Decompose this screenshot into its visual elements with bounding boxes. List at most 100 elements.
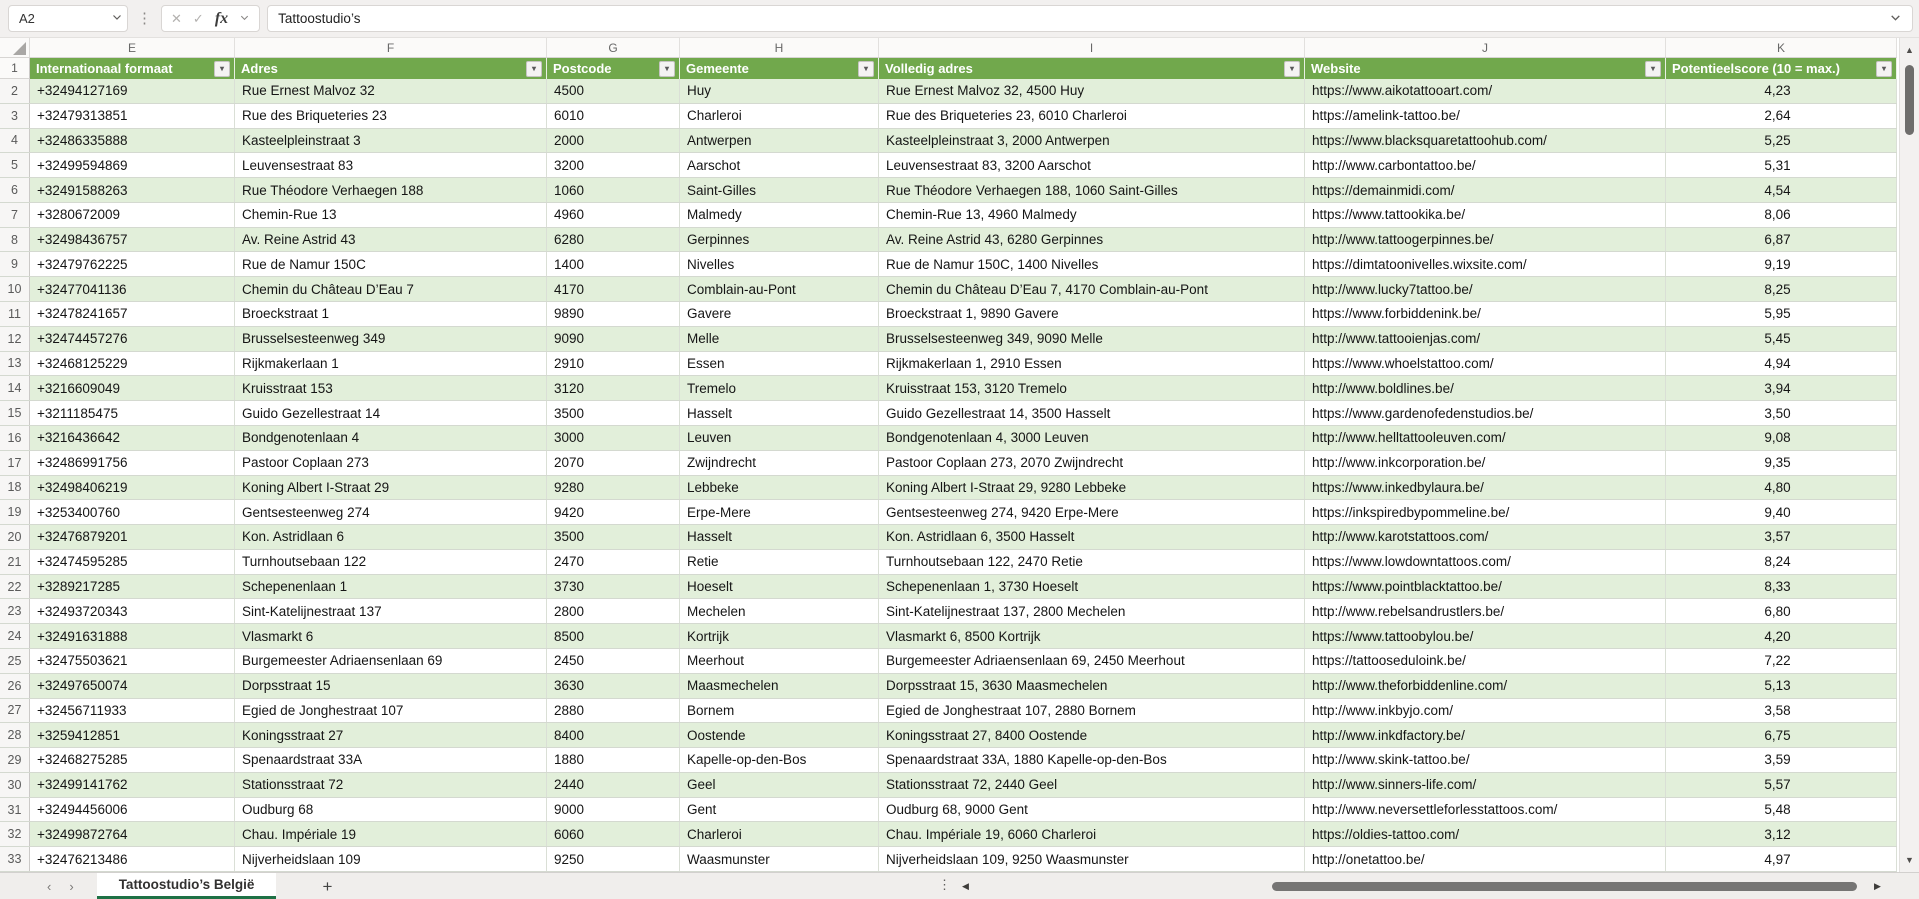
cell[interactable]: Kruisstraat 153 [235, 376, 547, 401]
cell[interactable]: Burgemeester Adriaensenlaan 69 [235, 648, 547, 673]
cell[interactable]: 4,23 [1666, 79, 1897, 103]
row-number[interactable]: 20 [0, 525, 30, 549]
row-number[interactable]: 30 [0, 772, 30, 797]
cell[interactable]: Guido Gezellestraat 14, 3500 Hasselt [879, 401, 1305, 425]
cell[interactable]: 3,12 [1666, 822, 1897, 847]
cell[interactable]: Retie [680, 549, 879, 574]
cell[interactable]: +32494456006 [30, 797, 235, 822]
cell[interactable]: +32468125229 [30, 351, 235, 376]
cell[interactable]: 9250 [547, 847, 680, 871]
cell[interactable]: Leuven [680, 425, 879, 450]
cell[interactable]: Melle [680, 326, 879, 351]
column-letter-K[interactable]: K [1666, 38, 1897, 57]
cell[interactable]: +32474457276 [30, 326, 235, 351]
cell[interactable]: Vlasmarkt 6 [235, 624, 547, 648]
cell[interactable]: Nijverheidslaan 109, 9250 Waasmunster [879, 847, 1305, 871]
cell[interactable]: Gerpinnes [680, 227, 879, 252]
cell[interactable]: http://www.karotstattoos.com/ [1305, 525, 1666, 549]
cell[interactable]: Bondgenotenlaan 4 [235, 425, 547, 450]
cell[interactable]: Rue Théodore Verhaegen 188, 1060 Saint-G… [879, 178, 1305, 202]
cell[interactable]: Egied de Jonghestraat 107, 2880 Bornem [879, 698, 1305, 723]
row-number[interactable]: 11 [0, 302, 30, 326]
cell[interactable]: 3500 [547, 401, 680, 425]
cell[interactable]: 5,95 [1666, 302, 1897, 326]
row-number[interactable]: 21 [0, 549, 30, 574]
cell[interactable]: Kasteelpleinstraat 3, 2000 Antwerpen [879, 128, 1305, 153]
cell[interactable]: Hasselt [680, 525, 879, 549]
cell[interactable]: http://www.inkcorporation.be/ [1305, 450, 1666, 475]
cell[interactable]: Kon. Astridlaan 6 [235, 525, 547, 549]
row-number[interactable]: 13 [0, 351, 30, 376]
row-number[interactable]: 27 [0, 698, 30, 723]
filter-button-H[interactable]: ▾ [858, 60, 874, 77]
cell[interactable]: 9280 [547, 475, 680, 500]
cell[interactable]: Rijkmakerlaan 1, 2910 Essen [879, 351, 1305, 376]
cell[interactable]: https://www.inkedbylaura.be/ [1305, 475, 1666, 500]
column-header[interactable]: Adres ▾ [235, 58, 547, 79]
cell[interactable]: http://www.rebelsandrustlers.be/ [1305, 599, 1666, 624]
cell[interactable]: 3500 [547, 525, 680, 549]
cell[interactable]: https://oldies-tattoo.com/ [1305, 822, 1666, 847]
cell[interactable]: Gent [680, 797, 879, 822]
cell[interactable]: Aarschot [680, 153, 879, 178]
cell[interactable]: 9420 [547, 500, 680, 525]
column-header[interactable]: Internationaal formaat ▾ [30, 58, 235, 79]
cell[interactable]: http://www.tattooienjas.com/ [1305, 326, 1666, 351]
cell[interactable]: +32486335888 [30, 128, 235, 153]
cell[interactable]: Hoeselt [680, 574, 879, 599]
cell[interactable]: Pastoor Coplaan 273 [235, 450, 547, 475]
cell[interactable]: https://www.tattookika.be/ [1305, 202, 1666, 227]
cell[interactable]: Hasselt [680, 401, 879, 425]
formula-bar-expand-icon[interactable] [1889, 11, 1902, 27]
cell[interactable]: Zwijndrecht [680, 450, 879, 475]
cell[interactable]: 6280 [547, 227, 680, 252]
cell[interactable]: 3730 [547, 574, 680, 599]
cell[interactable]: 5,25 [1666, 128, 1897, 153]
cell[interactable]: 3630 [547, 673, 680, 698]
cell[interactable]: 4,97 [1666, 847, 1897, 871]
column-letter-F[interactable]: F [235, 38, 547, 57]
cell[interactable]: 9,19 [1666, 252, 1897, 277]
cancel-entry-icon[interactable]: ✕ [171, 11, 182, 27]
cell[interactable]: https://amelink-tattoo.be/ [1305, 103, 1666, 128]
cell[interactable]: +32474595285 [30, 549, 235, 574]
cell[interactable]: Turnhoutsebaan 122 [235, 549, 547, 574]
cell[interactable]: http://www.neversettleforlesstattoos.com… [1305, 797, 1666, 822]
cell[interactable]: http://www.theforbiddenline.com/ [1305, 673, 1666, 698]
cell[interactable]: Rue de Namur 150C, 1400 Nivelles [879, 252, 1305, 277]
column-header[interactable]: Gemeente ▾ [680, 58, 879, 79]
cell[interactable]: 5,31 [1666, 153, 1897, 178]
cell[interactable]: 8,25 [1666, 277, 1897, 302]
column-header[interactable]: Volledig adres ▾ [879, 58, 1305, 79]
cell[interactable]: Oostende [680, 723, 879, 748]
cell[interactable]: +32456711933 [30, 698, 235, 723]
cell[interactable]: Erpe-Mere [680, 500, 879, 525]
row-number[interactable]: 4 [0, 128, 30, 153]
cell[interactable]: 2910 [547, 351, 680, 376]
cell[interactable]: 4500 [547, 79, 680, 103]
row-number[interactable]: 1 [0, 58, 30, 79]
sheet-nav-right-icon[interactable]: › [60, 880, 82, 893]
column-header[interactable]: Website ▾ [1305, 58, 1666, 79]
cell[interactable]: http://onetattoo.be/ [1305, 847, 1666, 871]
cell[interactable]: Huy [680, 79, 879, 103]
cell[interactable]: Sint-Katelijnestraat 137 [235, 599, 547, 624]
cell[interactable]: 1060 [547, 178, 680, 202]
cell[interactable]: Broeckstraat 1, 9890 Gavere [879, 302, 1305, 326]
cell[interactable]: 6,75 [1666, 723, 1897, 748]
cell[interactable]: Schepenenlaan 1 [235, 574, 547, 599]
cell[interactable]: Stationsstraat 72, 2440 Geel [879, 772, 1305, 797]
cell[interactable]: Charleroi [680, 822, 879, 847]
cell[interactable]: Kon. Astridlaan 6, 3500 Hasselt [879, 525, 1305, 549]
cell[interactable]: Pastoor Coplaan 273, 2070 Zwijndrecht [879, 450, 1305, 475]
cell[interactable]: Chau. Impériale 19, 6060 Charleroi [879, 822, 1305, 847]
row-number[interactable]: 19 [0, 500, 30, 525]
cell[interactable]: 8,06 [1666, 202, 1897, 227]
cell[interactable]: 6,80 [1666, 599, 1897, 624]
cell[interactable]: https://inkspiredbypommeline.be/ [1305, 500, 1666, 525]
cell[interactable]: http://www.helltattooleuven.com/ [1305, 425, 1666, 450]
cell[interactable]: Guido Gezellestraat 14 [235, 401, 547, 425]
formula-input[interactable]: Tattoostudio’s [267, 5, 1913, 32]
cell[interactable]: 7,22 [1666, 648, 1897, 673]
cell[interactable]: Schepenenlaan 1, 3730 Hoeselt [879, 574, 1305, 599]
